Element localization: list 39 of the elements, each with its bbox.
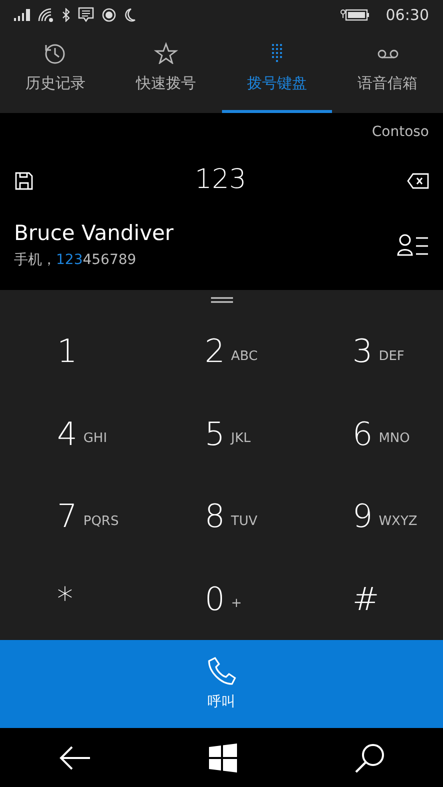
record-icon — [102, 8, 116, 22]
wifi-icon — [38, 8, 54, 22]
contact-list-icon — [397, 232, 429, 257]
drag-handle-icon[interactable] — [210, 297, 232, 303]
dial-key[interactable]: 0 + — [148, 558, 296, 640]
contact-name: Bruce Vandiver — [14, 220, 175, 247]
star-icon — [154, 42, 178, 64]
dial-key[interactable]: 3 DEF — [295, 310, 443, 392]
tab[interactable]: 历史记录 — [0, 30, 111, 113]
contacts-button[interactable] — [397, 232, 429, 257]
save-icon — [14, 171, 34, 192]
signal-icon — [14, 9, 30, 21]
battery-icon — [340, 9, 370, 21]
message-icon — [78, 7, 94, 23]
tab[interactable]: 语音信箱 — [332, 30, 443, 113]
contact-number: 手机，123456789 — [14, 250, 138, 270]
moon-icon — [124, 8, 136, 22]
phone-icon — [206, 656, 236, 686]
bluetooth-icon — [62, 8, 70, 22]
call-button[interactable]: 呼叫 — [0, 640, 443, 728]
dial-key[interactable]: 9 WXYZ — [295, 475, 443, 558]
dial-key[interactable]: * — [0, 558, 148, 640]
back-arrow-icon — [58, 744, 90, 770]
dial-key[interactable]: 4 GHI — [0, 392, 148, 475]
tab[interactable]: 快速拨号 — [110, 30, 222, 113]
dial-key[interactable]: 7 PQRS — [0, 475, 148, 558]
dial-key[interactable]: # — [295, 558, 443, 640]
search-icon — [354, 742, 384, 772]
windows-icon — [208, 742, 238, 772]
carrier-text: Contoso — [370, 123, 429, 142]
dial-key[interactable]: 5 JKL — [148, 392, 296, 475]
dial-key[interactable]: 8 TUV — [148, 475, 296, 558]
time-text: 06:30 — [386, 4, 429, 26]
dial-key[interactable]: 1 — [0, 310, 148, 392]
backspace-icon — [407, 173, 429, 190]
dial-key[interactable]: 6 MNO — [295, 392, 443, 475]
history-icon — [43, 42, 68, 64]
dialed-number: 123 — [194, 163, 248, 198]
dial-key[interactable]: 2 ABC — [148, 310, 296, 392]
